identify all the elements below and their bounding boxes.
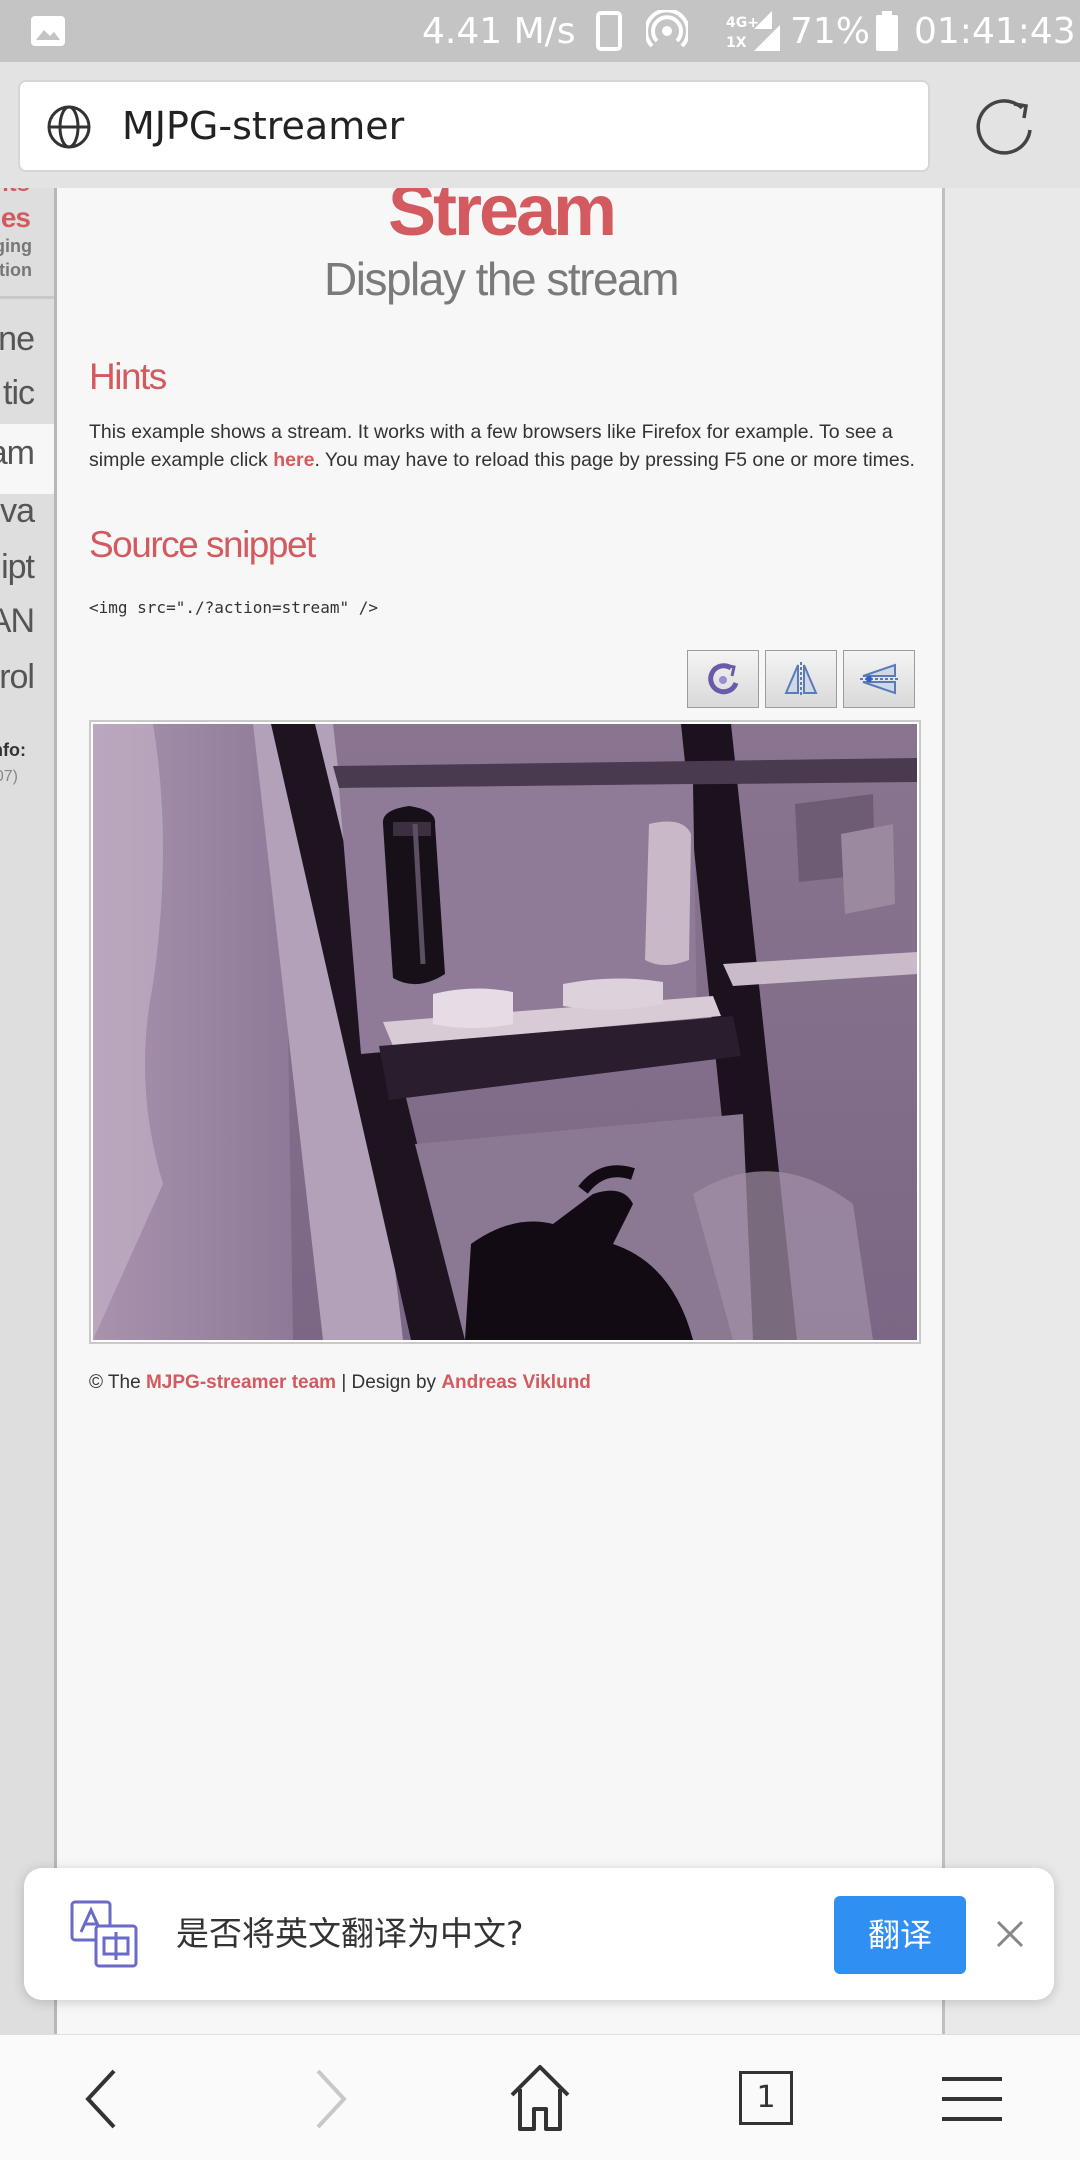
menu-icon[interactable] — [932, 2059, 1012, 2139]
reload-icon[interactable] — [972, 94, 1038, 160]
nav-item[interactable]: ipt — [1, 548, 35, 587]
status-bar: 4.41 M/s 4G+ 1X 71% 01:41:43 — [0, 0, 1080, 62]
network-type-bottom: 1X — [726, 35, 747, 51]
nav-link-partial[interactable]: nts — [0, 188, 30, 198]
bottom-toolbar: 1 — [0, 2034, 1080, 2160]
battery-percent: 71% — [790, 10, 871, 52]
nav-item[interactable]: va — [0, 492, 35, 531]
url-title: MJPG-streamer — [122, 104, 405, 148]
footer-text: © The — [89, 1372, 146, 1393]
nav-info-value: 07) — [0, 768, 18, 785]
translate-button[interactable]: 翻译 — [834, 1896, 966, 1974]
network-speed: 4.41 M/s — [422, 10, 576, 52]
forward-icon[interactable] — [286, 2059, 366, 2139]
nav-item-active[interactable]: am — [0, 434, 35, 473]
hints-text: . You may have to reload this page by pr… — [314, 449, 915, 471]
hints-heading: Hints — [89, 356, 167, 397]
designer-link[interactable]: Andreas Viklund — [441, 1372, 591, 1393]
translate-banner: 是否将英文翻译为中文? 翻译 — [24, 1868, 1054, 2000]
clock: 01:41:43 — [914, 10, 1076, 52]
nav-sublabel: ation — [0, 260, 32, 280]
camera-stream-picture — [93, 724, 917, 1340]
rotate-button[interactable] — [687, 650, 759, 708]
stream-image — [89, 720, 921, 1344]
nav-item[interactable]: AN — [0, 602, 35, 641]
nav-link-partial[interactable]: ges — [0, 202, 31, 234]
tabs-icon: 1 — [739, 2071, 793, 2125]
nav-item[interactable]: tic — [3, 374, 35, 413]
url-field[interactable]: MJPG-streamer — [18, 80, 930, 172]
hints-paragraph: This example shows a stream. It works wi… — [89, 418, 919, 474]
here-link[interactable]: here — [273, 449, 314, 471]
code-snippet: <img src="./?action=stream" /> — [89, 598, 378, 617]
main-content: Stream Display the stream Hints This exa… — [57, 188, 945, 2034]
nav-sublabel: ging — [0, 236, 32, 256]
home-icon[interactable] — [500, 2059, 580, 2139]
rotate-icon — [708, 663, 739, 695]
battery-icon — [874, 0, 900, 62]
mirror-button[interactable] — [765, 650, 837, 708]
left-nav: nts ges ging ation ne tic am va ipt AN r… — [0, 188, 57, 2034]
nav-item[interactable]: rol — [0, 658, 35, 697]
close-icon[interactable] — [990, 1914, 1030, 1954]
web-page: nts ges ging ation ne tic am va ipt AN r… — [0, 188, 1080, 2034]
footer-text: | Design by — [336, 1372, 442, 1393]
page-gutter — [948, 188, 1080, 2034]
translate-question: 是否将英文翻译为中文? — [176, 1914, 524, 1953]
phone-icon — [596, 0, 622, 62]
gallery-icon — [30, 0, 66, 62]
hotspot-icon — [646, 0, 688, 62]
signal-icon: 4G+ 1X — [724, 0, 784, 62]
mjpg-streamer-team-link[interactable]: MJPG-streamer team — [146, 1372, 336, 1393]
back-icon[interactable] — [66, 2059, 146, 2139]
footer: © The MJPG-streamer team | Design by And… — [89, 1372, 591, 1394]
translate-icon — [70, 1900, 138, 1968]
page-subtitle: Display the stream — [324, 253, 679, 305]
nav-info-heading: nfo: — [0, 740, 26, 760]
browser-toolbar: MJPG-streamer — [0, 62, 1080, 188]
page-title: Stream — [387, 188, 617, 251]
tabs-button[interactable]: 1 — [727, 2059, 807, 2139]
globe-icon — [47, 105, 91, 149]
nav-item[interactable]: ne — [0, 320, 35, 359]
source-snippet-heading: Source snippet — [89, 524, 316, 565]
network-type-top: 4G+ — [726, 15, 759, 31]
flip-button[interactable] — [843, 650, 915, 708]
flip-icon — [860, 663, 898, 695]
mirror-icon — [784, 662, 818, 696]
